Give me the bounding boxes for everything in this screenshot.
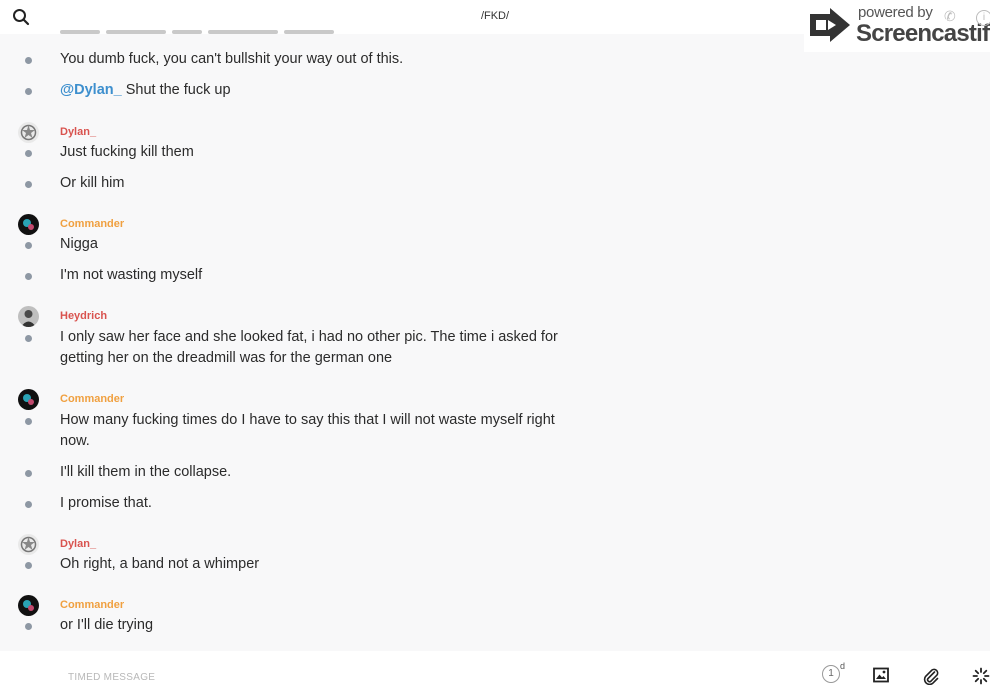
image-icon[interactable] <box>873 667 891 685</box>
message-bullet <box>25 562 32 569</box>
partial-message <box>60 25 400 34</box>
message-bullet <box>25 501 32 508</box>
mention-link[interactable]: @Dylan_ <box>60 82 122 98</box>
message-text: You dumb fuck, you can't bullshit your w… <box>60 51 404 67</box>
composer-bar: 1 d <box>0 651 990 700</box>
message-text: I'll kill them in the collapse. <box>60 464 232 480</box>
message-bullet <box>25 335 32 342</box>
watermark-powered: powered by <box>858 4 933 21</box>
message-text: I only saw her face and she looked fat, … <box>60 329 558 366</box>
phone-icon[interactable]: ✆ <box>944 8 956 25</box>
message-bullet <box>25 418 32 425</box>
avatar[interactable] <box>18 122 39 143</box>
message-text: I'm not wasting myself <box>60 267 203 283</box>
author-name[interactable]: Commander <box>60 599 124 611</box>
paperclip-icon[interactable] <box>922 667 940 686</box>
timer-button[interactable]: 1 d <box>822 661 845 683</box>
avatar[interactable] <box>18 389 39 410</box>
author-name[interactable]: Commander <box>60 393 124 405</box>
message-text: @Dylan_ Shut the fuck up <box>60 82 231 98</box>
message-text: Or kill him <box>60 175 125 191</box>
avatar[interactable] <box>18 595 39 616</box>
message-text: or I'll die trying <box>60 617 154 633</box>
message-bullet <box>25 57 32 64</box>
author-name[interactable]: Dylan_ <box>60 126 96 138</box>
screencastify-watermark: powered by Screencastify ✆ i <box>804 0 990 52</box>
message-bullet <box>25 242 32 249</box>
message-text: Oh right, a band not a whimper <box>60 556 260 572</box>
message-text: How many fucking times do I have to say … <box>60 412 555 449</box>
avatar[interactable] <box>18 534 39 555</box>
message-text: Nigga <box>60 236 98 252</box>
watermark-brand: Screencastify <box>856 20 990 47</box>
info-icon[interactable]: i <box>976 10 990 26</box>
timer-unit: d <box>840 661 846 671</box>
author-name[interactable]: Dylan_ <box>60 538 96 550</box>
timed-message-input[interactable] <box>60 668 676 686</box>
message-text: I promise that. <box>60 495 152 511</box>
timer-value: 1 <box>822 665 840 683</box>
author-name[interactable]: Heydrich <box>60 310 107 322</box>
message-bullet <box>25 470 32 477</box>
screencastify-logo-icon <box>810 8 850 42</box>
author-name[interactable]: Commander <box>60 218 124 230</box>
message-bullet <box>25 150 32 157</box>
message-bullet <box>25 181 32 188</box>
loading-spinner-icon[interactable] <box>972 667 990 685</box>
message-bullet <box>25 623 32 630</box>
avatar[interactable] <box>18 214 39 235</box>
avatar[interactable] <box>18 306 39 327</box>
message-bullet <box>25 88 32 95</box>
message-text: Just fucking kill them <box>60 144 194 160</box>
message-bullet <box>25 273 32 280</box>
